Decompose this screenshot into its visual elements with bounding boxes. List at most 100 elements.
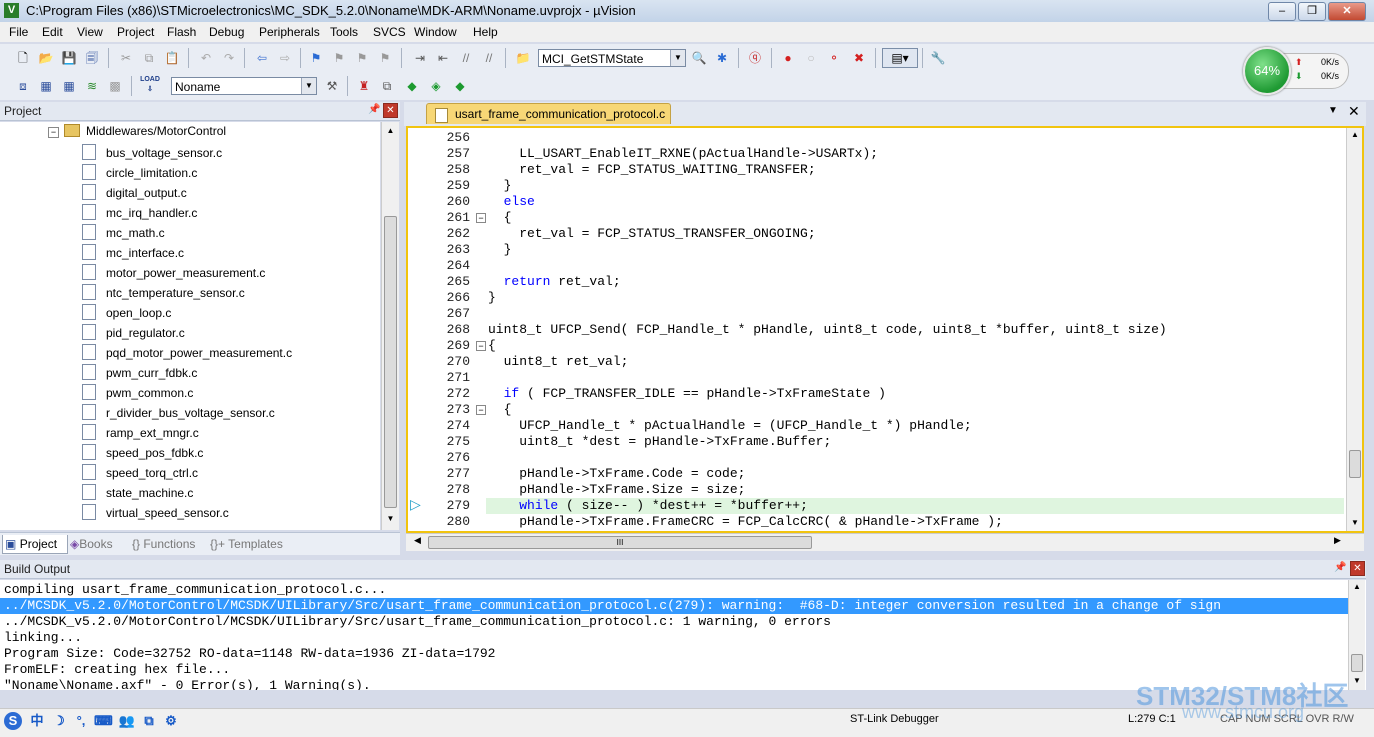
build-line[interactable]: compiling usart_frame_communication_prot… xyxy=(4,582,386,598)
ime-halfwidth-icon[interactable]: ☽ xyxy=(50,712,68,730)
window-layout-button[interactable]: ▤▾ xyxy=(882,48,918,68)
tree-file-item[interactable]: state_machine.c xyxy=(82,484,193,504)
ime-punctuation-icon[interactable]: °, xyxy=(72,712,90,730)
menu-view[interactable]: View xyxy=(77,25,103,39)
scroll-up-icon[interactable]: ▲ xyxy=(382,126,399,135)
translate-icon[interactable]: ⧈ xyxy=(14,77,32,95)
tree-file-item[interactable]: circle_limitation.c xyxy=(82,164,197,184)
undo-icon[interactable]: ↶ xyxy=(197,49,215,67)
comment-icon[interactable]: // xyxy=(457,49,475,67)
menu-flash[interactable]: Flash xyxy=(167,25,196,39)
uncomment-icon[interactable]: // xyxy=(480,49,498,67)
copy-icon[interactable]: ⧉ xyxy=(140,49,158,67)
tree-file-item[interactable]: pqd_motor_power_measurement.c xyxy=(82,344,292,364)
fold-toggle-icon[interactable]: − xyxy=(476,213,486,223)
tree-file-item[interactable]: mc_interface.c xyxy=(82,244,184,264)
batch-build-icon[interactable]: ≋ xyxy=(83,77,101,95)
close-button[interactable]: ✕ xyxy=(1328,2,1366,21)
scroll-thumb[interactable] xyxy=(1351,654,1363,672)
build-output-pane[interactable]: compiling usart_frame_communication_prot… xyxy=(0,580,1366,690)
fold-toggle-icon[interactable]: − xyxy=(476,405,486,415)
pack-installer-icon[interactable]: ◈ xyxy=(427,77,445,95)
breakpoint-icon[interactable]: ● xyxy=(779,49,797,67)
tree-file-item[interactable]: motor_power_measurement.c xyxy=(82,264,265,284)
tab-project[interactable]: ▣ Project xyxy=(2,535,68,554)
tree-file-item[interactable]: speed_pos_fdbk.c xyxy=(82,444,203,464)
find-in-files-icon[interactable]: 📁 xyxy=(514,49,532,67)
scroll-down-icon[interactable]: ▼ xyxy=(382,514,399,523)
menu-edit[interactable]: Edit xyxy=(42,25,63,39)
scroll-down-icon[interactable]: ▼ xyxy=(1349,676,1365,685)
unindent-icon[interactable]: ⇤ xyxy=(434,49,452,67)
project-tree-scrollbar[interactable]: ▲ ▼ xyxy=(381,122,399,530)
enable-breakpoint-icon[interactable]: ○ xyxy=(802,49,820,67)
paste-icon[interactable]: 📋 xyxy=(163,49,181,67)
save-all-icon[interactable]: 🗐 xyxy=(83,49,101,67)
bookmark-icon[interactable]: ⚑ xyxy=(307,49,325,67)
menu-tools[interactable]: Tools xyxy=(330,25,358,39)
tree-file-item[interactable]: bus_voltage_sensor.c xyxy=(82,144,222,164)
find-icon[interactable]: 🔍 xyxy=(690,49,708,67)
collapse-icon[interactable]: − xyxy=(48,127,59,138)
load-icon[interactable]: LOAD ⇩ xyxy=(138,75,162,93)
ime-chinese-mode[interactable]: 中 xyxy=(28,712,46,730)
rte-icon[interactable]: ◆ xyxy=(451,77,469,95)
debug-session-icon[interactable]: ⓠ xyxy=(746,49,764,67)
tree-file-item[interactable]: mc_math.c xyxy=(82,224,165,244)
target-options-icon[interactable]: ⚒ xyxy=(323,77,341,95)
scroll-up-icon[interactable]: ▲ xyxy=(1349,582,1365,591)
tree-file-item[interactable]: mc_irq_handler.c xyxy=(82,204,197,224)
manage-project-items-icon[interactable]: ♜ xyxy=(355,77,373,95)
target-combo[interactable]: Noname ▼ xyxy=(171,77,317,95)
menu-debug[interactable]: Debug xyxy=(209,25,244,39)
build-line[interactable]: Program Size: Code=32752 RO-data=1148 RW… xyxy=(4,646,495,662)
menu-svcs[interactable]: SVCS xyxy=(373,25,406,39)
tree-file-item[interactable]: pwm_common.c xyxy=(82,384,193,404)
code-editor[interactable]: 256 257 LL_USART_EnableIT_RXNE(pActualHan… xyxy=(406,126,1364,533)
open-file-icon[interactable]: 📂 xyxy=(37,49,55,67)
tree-file-item[interactable]: r_divider_bus_voltage_sensor.c xyxy=(82,404,275,424)
build-line-selected[interactable]: ../MCSDK_v5.2.0/MotorControl/MCSDK/UILib… xyxy=(0,598,1350,614)
scroll-left-icon[interactable]: ◀ xyxy=(414,535,421,546)
maximize-button[interactable]: ❐ xyxy=(1298,2,1326,21)
navigate-forward-icon[interactable]: ⇨ xyxy=(276,49,294,67)
manage-components-icon[interactable]: ⧉ xyxy=(378,77,396,95)
menu-project[interactable]: Project xyxy=(117,25,154,39)
tree-file-item[interactable]: pwm_curr_fdbk.c xyxy=(82,364,197,384)
close-icon[interactable]: ✕ xyxy=(1350,561,1365,576)
editor-tab-active[interactable]: usart_frame_communication_protocol.c xyxy=(426,103,671,124)
tree-file-item[interactable]: digital_output.c xyxy=(82,184,187,204)
scroll-thumb[interactable] xyxy=(384,216,397,508)
tab-books[interactable]: ◈Books xyxy=(68,535,126,553)
menu-file[interactable]: File xyxy=(9,25,28,39)
prev-bookmark-icon[interactable]: ⚑ xyxy=(330,49,348,67)
build-output-scrollbar[interactable]: ▲ ▼ xyxy=(1348,580,1365,690)
function-combo[interactable]: MCI_GetSTMState ▼ xyxy=(538,49,686,67)
close-editor-icon[interactable]: ✕ xyxy=(1348,103,1360,120)
menu-help[interactable]: Help xyxy=(473,25,498,39)
incremental-find-icon[interactable]: ✱ xyxy=(713,49,731,67)
build-line[interactable]: FromELF: creating hex file... xyxy=(4,662,230,678)
ime-logo-icon[interactable]: S xyxy=(4,712,22,730)
build-line[interactable]: ../MCSDK_v5.2.0/MotorControl/MCSDK/UILib… xyxy=(4,614,831,630)
stop-build-icon[interactable]: ▩ xyxy=(106,77,124,95)
pin-icon[interactable]: 📌 xyxy=(1334,562,1346,573)
kill-breakpoints-icon[interactable]: ✖ xyxy=(850,49,868,67)
tree-file-item[interactable]: ntc_temperature_sensor.c xyxy=(82,284,245,304)
disable-breakpoints-icon[interactable]: ⚬ xyxy=(825,49,843,67)
cut-icon[interactable]: ✂ xyxy=(117,49,135,67)
tree-file-item[interactable]: pid_regulator.c xyxy=(82,324,185,344)
navigate-back-icon[interactable]: ⇦ xyxy=(253,49,271,67)
chevron-down-icon[interactable]: ▼ xyxy=(301,78,316,94)
select-packs-icon[interactable]: ◆ xyxy=(403,77,421,95)
tab-list-dropdown-icon[interactable]: ▼ xyxy=(1328,105,1338,116)
indent-icon[interactable]: ⇥ xyxy=(411,49,429,67)
new-file-icon[interactable]: 🗋 xyxy=(14,49,32,67)
hscroll-thumb[interactable]: III xyxy=(428,536,812,549)
rebuild-icon[interactable]: ▦ xyxy=(60,77,78,95)
build-line[interactable]: linking... xyxy=(4,630,82,646)
build-icon[interactable]: ▦ xyxy=(37,77,55,95)
editor-hscrollbar[interactable]: ◀ III ▶ xyxy=(406,533,1364,551)
tree-folder[interactable]: − Middlewares/MotorControl xyxy=(48,124,226,144)
ime-toolbox-icon[interactable]: ⧉ xyxy=(140,712,158,730)
